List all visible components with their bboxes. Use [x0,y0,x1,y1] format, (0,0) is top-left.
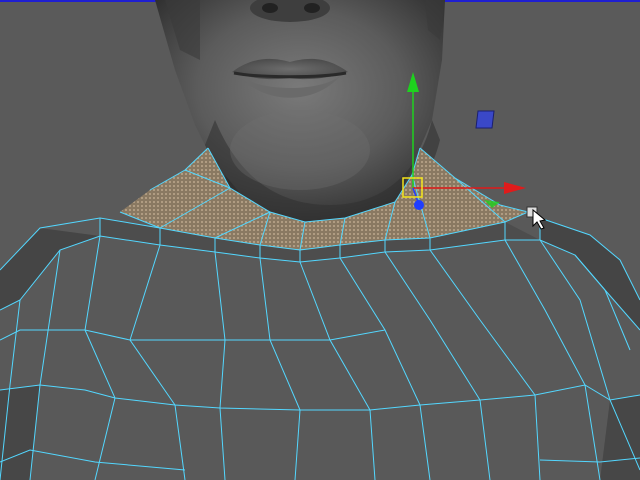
view-plane-handle-icon[interactable] [475,110,495,129]
torso-mesh[interactable] [0,218,640,480]
z-axis-arrow-icon[interactable] [414,200,424,210]
maya-viewport[interactable] [0,0,640,480]
viewport-canvas[interactable] [0,0,640,480]
